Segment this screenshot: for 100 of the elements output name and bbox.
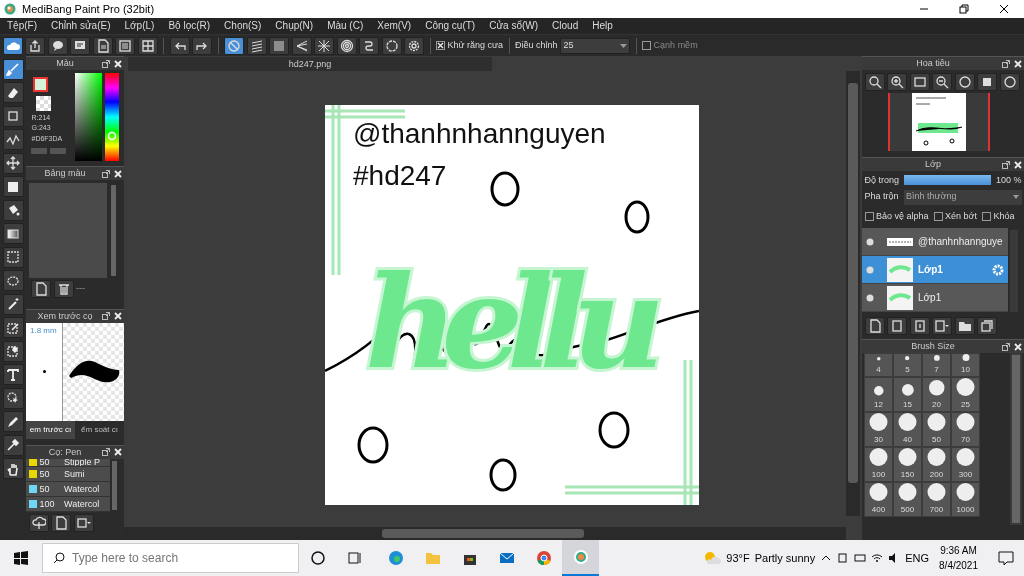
layer-row[interactable]: Lớp1	[862, 284, 1008, 312]
new-page-button[interactable]	[31, 280, 51, 298]
clock-time[interactable]: 9:36 AM	[940, 543, 977, 558]
brush-size-option[interactable]: 25	[951, 377, 980, 412]
popout-icon[interactable]	[101, 448, 110, 456]
scrollbar[interactable]	[110, 458, 119, 512]
ellipse-button[interactable]	[381, 36, 402, 55]
cloud-download-button[interactable]	[28, 514, 49, 532]
brush-size-option[interactable]: 500	[893, 482, 922, 517]
color-swatch[interactable]	[32, 76, 48, 92]
eraser-tool[interactable]	[2, 82, 24, 103]
brush-size-option[interactable]: 40	[893, 412, 922, 447]
add-layer-button[interactable]	[932, 316, 952, 335]
duplicate-button[interactable]	[977, 316, 997, 335]
menu-item[interactable]: Chụp(N)	[268, 18, 321, 34]
fill-window-button[interactable]	[977, 72, 997, 91]
visibility-dot-icon[interactable]	[866, 265, 874, 274]
brush-size-option[interactable]: 20	[922, 377, 951, 412]
scrollbar[interactable]	[1008, 228, 1020, 314]
notification-icon[interactable]	[998, 550, 1014, 566]
parallel-lines-button[interactable]	[246, 36, 267, 55]
radial-lines-button[interactable]	[314, 36, 334, 55]
select-eraser-tool[interactable]	[2, 340, 24, 362]
undo-button[interactable]	[169, 36, 190, 55]
rotate-right-button[interactable]	[999, 72, 1020, 91]
layer-row[interactable]: @thanhnhannguye	[862, 228, 1008, 256]
brush-size-option[interactable]: 700	[922, 482, 951, 517]
brush-size-option[interactable]: 10	[951, 353, 980, 377]
device-icon[interactable]	[837, 552, 850, 564]
folder-button[interactable]	[954, 316, 975, 335]
zoom-in-button[interactable]	[887, 72, 907, 91]
gradient-tool[interactable]	[2, 223, 24, 244]
brush-size-option[interactable]: 200	[922, 447, 951, 482]
brush-size-option[interactable]: 50	[922, 412, 951, 447]
search-bar[interactable]: Type here to search	[42, 543, 299, 573]
grid-button[interactable]	[137, 36, 158, 55]
move-tool[interactable]	[2, 152, 24, 174]
menu-item[interactable]: Cửa sổ(W)	[482, 18, 546, 34]
brush-size-option[interactable]: 300	[951, 447, 980, 482]
cloud-button[interactable]	[2, 36, 23, 55]
checkbox[interactable]	[933, 211, 943, 221]
brush-size-option[interactable]: 4	[864, 353, 893, 377]
delete-button[interactable]	[53, 280, 74, 298]
rectangle-select-tool[interactable]	[2, 246, 24, 268]
speech-bubble-button[interactable]	[47, 36, 68, 55]
battery-icon[interactable]	[854, 552, 867, 564]
ruler-off-button[interactable]	[224, 36, 244, 55]
brush-size-option[interactable]: 150	[893, 447, 922, 482]
layer-row[interactable]: Lớp1	[862, 256, 1008, 284]
zoom-actual-button[interactable]	[864, 72, 885, 91]
zoom-out-button[interactable]	[932, 72, 952, 91]
popout-icon[interactable]	[101, 59, 110, 68]
language-indicator[interactable]: ENG	[905, 549, 930, 567]
eyedropper-tool[interactable]	[2, 434, 24, 456]
magic-wand-tool[interactable]	[2, 293, 24, 315]
menu-item[interactable]: Chỉnh sửa(E)	[44, 18, 118, 34]
brush-size-option[interactable]: 400	[864, 482, 893, 517]
scrollbar[interactable]	[109, 182, 118, 278]
copy-layer-button[interactable]	[887, 316, 907, 335]
new-page-button[interactable]	[51, 514, 71, 532]
brush-size-option[interactable]: 70	[951, 412, 980, 447]
restore-icon[interactable]	[958, 3, 970, 15]
brush-size-option[interactable]: 100	[864, 447, 893, 482]
brush-tool[interactable]	[2, 58, 24, 80]
brush-size-option[interactable]: 1000	[951, 482, 980, 517]
brush-size-option[interactable]: 30	[864, 412, 893, 447]
saturation-value-picker[interactable]	[75, 72, 102, 161]
checkbox[interactable]	[436, 41, 445, 50]
menu-item[interactable]: Cloud	[545, 18, 586, 34]
popout-icon[interactable]	[101, 169, 110, 178]
menu-item[interactable]: Công cụ(T)	[418, 18, 483, 34]
add-brush-button[interactable]	[73, 514, 94, 532]
perspective-button[interactable]	[291, 36, 312, 55]
settings-button[interactable]	[404, 36, 424, 55]
brush-size-option[interactable]: 7	[922, 353, 951, 377]
pointer-tool[interactable]	[2, 387, 24, 409]
popout-icon[interactable]	[1001, 160, 1010, 169]
curve-button[interactable]	[359, 36, 379, 55]
checkbox[interactable]	[642, 41, 652, 50]
lasso-tool[interactable]	[2, 270, 24, 291]
document-tab[interactable]: hd247.png	[128, 57, 492, 71]
select-pen-tool[interactable]	[2, 317, 24, 338]
wifi-icon[interactable]	[871, 552, 884, 564]
concentric-circles-button[interactable]	[336, 36, 357, 55]
menu-item[interactable]: Tệp(F)	[0, 18, 44, 34]
menu-item[interactable]: Xem(V)	[370, 18, 419, 34]
adjust-dropdown[interactable]: 25	[560, 37, 631, 54]
menu-item[interactable]: Lớp(L)	[117, 18, 162, 34]
page-button[interactable]	[92, 36, 113, 55]
menu-item[interactable]: Bộ lọc(R)	[161, 18, 218, 34]
vertical-lines-button[interactable]	[269, 36, 289, 55]
popout-icon[interactable]	[1001, 59, 1010, 68]
rotate-left-button[interactable]	[954, 72, 975, 91]
menu-item[interactable]: Màu (C)	[320, 18, 371, 34]
visibility-dot-icon[interactable]	[866, 293, 874, 302]
redo-button[interactable]	[192, 36, 212, 55]
start-icon[interactable]	[14, 551, 28, 565]
clock-date[interactable]: 8/4/2021	[939, 558, 978, 573]
checkbox[interactable]	[981, 211, 991, 221]
transparent-swatch[interactable]	[35, 96, 51, 111]
